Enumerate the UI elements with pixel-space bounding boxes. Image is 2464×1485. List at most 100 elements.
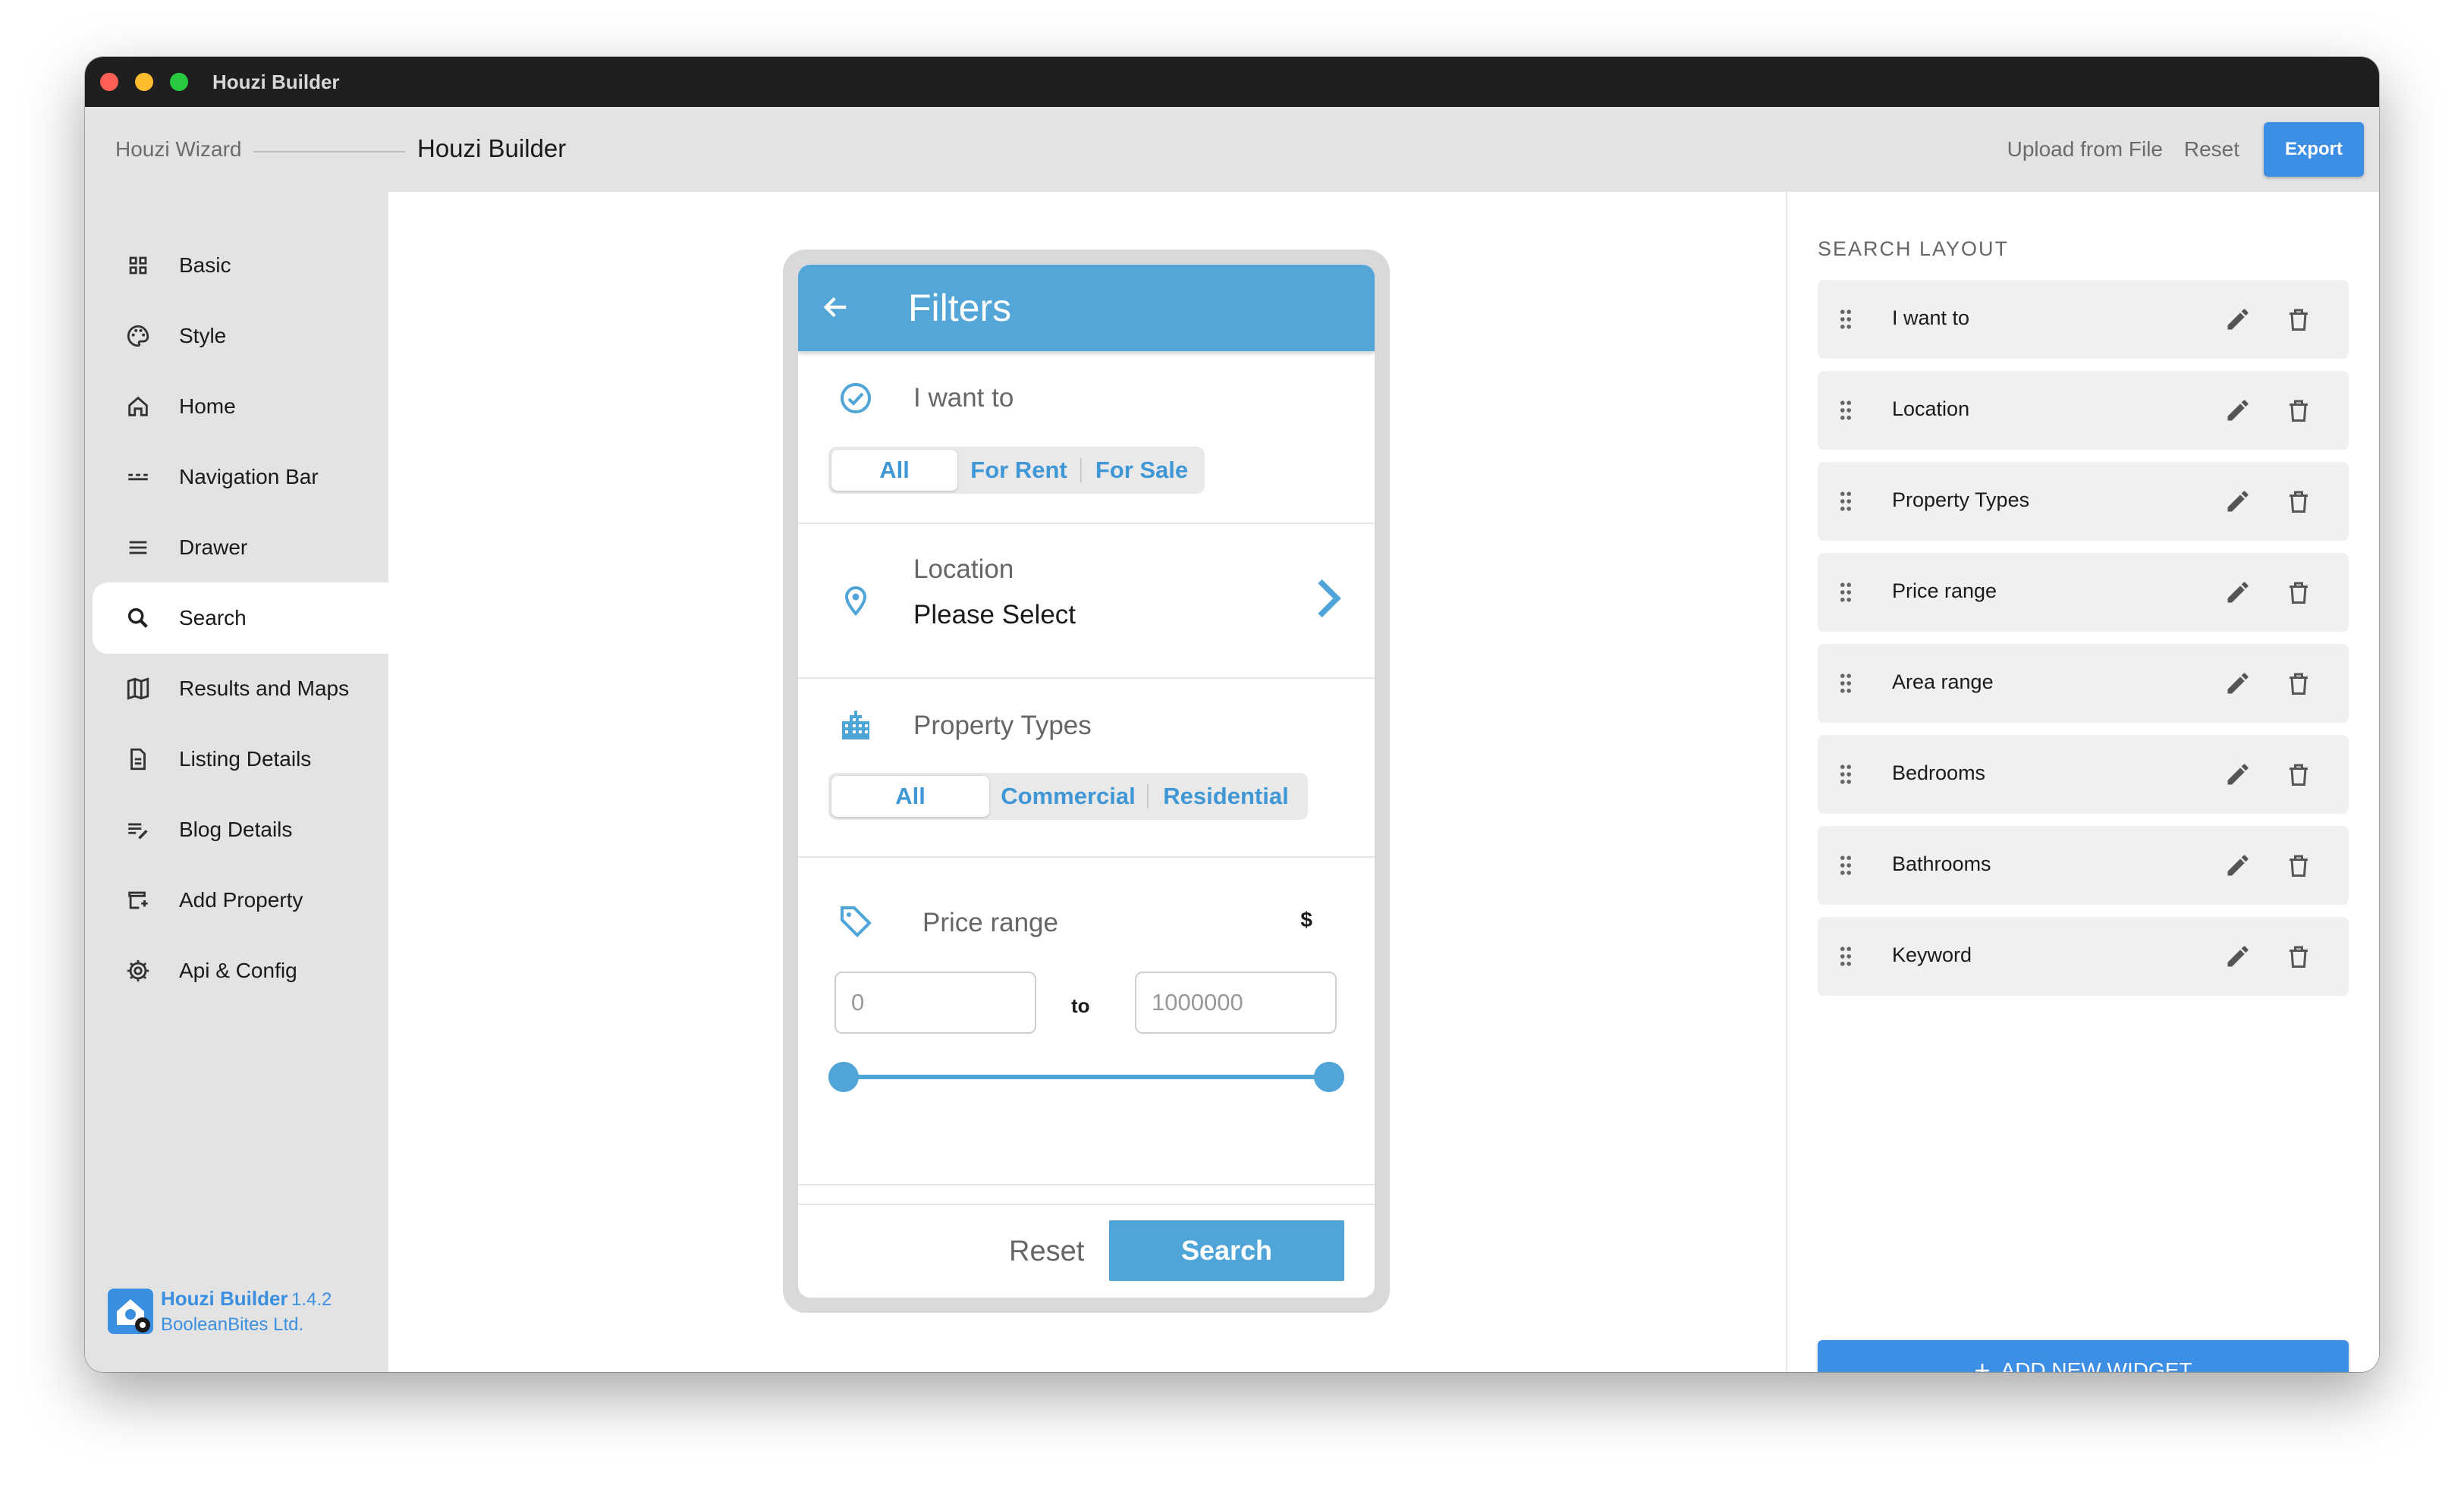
search-layout-item[interactable]: Bedrooms (1818, 735, 2349, 814)
edit-pencil-icon[interactable] (2224, 852, 2252, 879)
drag-handle-icon[interactable] (1839, 855, 1853, 876)
maximize-window-button[interactable] (170, 73, 188, 91)
breadcrumb-divider (253, 151, 405, 152)
sidebar-item-label: Style (179, 324, 227, 347)
sidebar-item-results-and-maps[interactable]: Results and Maps (93, 653, 388, 724)
edit-pencil-icon[interactable] (2224, 306, 2252, 333)
back-arrow-icon[interactable] (821, 292, 851, 322)
i-want-to-section: I want to All For Rent For Sale (798, 351, 1375, 524)
search-layout-item[interactable]: Bathrooms (1818, 826, 2349, 905)
sidebar-item-label: Drawer (179, 535, 248, 559)
sidebar-item-blog-details[interactable]: Blog Details (93, 794, 388, 865)
filters-search-button[interactable]: Search (1109, 1220, 1344, 1281)
search-layout-panel: SEARCH LAYOUT I want to Location Property … (1787, 192, 2379, 1372)
add-new-widget-label: ADD NEW WIDGET (2000, 1358, 2192, 1372)
search-layout-item[interactable]: Price range (1818, 553, 2349, 632)
price-slider-min-handle[interactable] (828, 1062, 859, 1092)
edit-pencil-icon[interactable] (2224, 397, 2252, 424)
min-price-input[interactable]: 0 (834, 972, 1036, 1034)
edit-pencil-icon[interactable] (2224, 943, 2252, 970)
close-window-button[interactable] (100, 73, 118, 91)
segment-for-sale[interactable]: For Sale (1082, 450, 1202, 491)
sidebar-item-label: Blog Details (179, 818, 293, 841)
search-layout-item-label: Price range (1892, 579, 1997, 602)
sidebar-item-add-property[interactable]: Add Property (93, 865, 388, 936)
edit-pencil-icon[interactable] (2224, 488, 2252, 515)
delete-trash-icon[interactable] (2285, 761, 2312, 788)
edit-pencil-icon[interactable] (2224, 670, 2252, 697)
sidebar-item-listing-details[interactable]: Listing Details (93, 724, 388, 795)
search-layout-item[interactable]: Area range (1818, 644, 2349, 723)
sidebar: Basic Style Home Navigation Bar Drawer S… (85, 192, 388, 1372)
filters-reset-button[interactable]: Reset (1009, 1235, 1084, 1268)
segment-commercial[interactable]: Commercial (989, 776, 1147, 817)
phone-screen: Filters I want to All For Rent For Sale … (798, 265, 1375, 1298)
reset-button[interactable]: Reset (2184, 137, 2239, 162)
map-icon (124, 675, 152, 702)
sidebar-item-basic[interactable]: Basic (93, 230, 388, 301)
filters-footer: Reset Search (798, 1204, 1375, 1298)
delete-trash-icon[interactable] (2285, 852, 2312, 879)
brand-version: 1.4.2 (291, 1289, 332, 1310)
window-title: Houzi Builder (212, 71, 340, 93)
drag-handle-icon[interactable] (1839, 582, 1853, 603)
sidebar-item-label: Listing Details (179, 747, 312, 771)
drag-handle-icon[interactable] (1839, 673, 1853, 694)
search-layout-item-label: Bedrooms (1892, 761, 1986, 784)
building-icon (842, 711, 869, 739)
breadcrumb-wizard[interactable]: Houzi Wizard (115, 137, 241, 162)
upload-from-file-button[interactable]: Upload from File (2007, 137, 2163, 162)
search-layout-item-label: Bathrooms (1892, 852, 1991, 875)
menu-icon (124, 534, 152, 561)
segment-for-rent[interactable]: For Rent (957, 450, 1080, 491)
search-layout-item-label: I want to (1892, 306, 1970, 329)
drag-handle-icon[interactable] (1839, 491, 1853, 512)
search-layout-item[interactable]: Keyword (1818, 917, 2349, 996)
delete-trash-icon[interactable] (2285, 670, 2312, 697)
segment-all[interactable]: All (831, 776, 989, 817)
filters-header: Filters (798, 265, 1375, 351)
price-range-label: Price range (922, 908, 1058, 937)
price-slider-max-handle[interactable] (1314, 1062, 1344, 1092)
phone-preview: Filters I want to All For Rent For Sale … (783, 250, 1390, 1313)
drag-handle-icon[interactable] (1839, 309, 1853, 330)
sidebar-item-label: Search (179, 606, 247, 629)
title-bar: Houzi Builder (85, 57, 2379, 107)
sidebar-item-home[interactable]: Home (93, 371, 388, 442)
document-icon (124, 746, 152, 773)
drag-handle-icon[interactable] (1839, 400, 1853, 421)
sidebar-item-drawer[interactable]: Drawer (93, 512, 388, 583)
segment-residential[interactable]: Residential (1149, 776, 1303, 817)
sidebar-item-api-config[interactable]: Api & Config (93, 935, 388, 1006)
edit-list-icon (124, 816, 152, 843)
minimize-window-button[interactable] (135, 73, 153, 91)
sidebar-item-label: Api & Config (179, 959, 297, 982)
search-layout-item[interactable]: Property Types (1818, 462, 2349, 541)
max-price-input[interactable]: 1000000 (1135, 972, 1337, 1034)
search-layout-item[interactable]: Location (1818, 371, 2349, 450)
segment-all[interactable]: All (831, 450, 957, 491)
delete-trash-icon[interactable] (2285, 488, 2312, 515)
sidebar-item-navigation-bar[interactable]: Navigation Bar (93, 441, 388, 513)
search-layout-item[interactable]: I want to (1818, 280, 2349, 359)
gear-icon (124, 957, 152, 984)
delete-trash-icon[interactable] (2285, 943, 2312, 970)
property-types-segmented-control: All Commercial Residential (828, 773, 1308, 820)
delete-trash-icon[interactable] (2285, 579, 2312, 606)
drag-handle-icon[interactable] (1839, 946, 1853, 967)
location-section[interactable]: Location Please Select (798, 524, 1375, 679)
edit-pencil-icon[interactable] (2224, 579, 2252, 606)
sidebar-item-search[interactable]: Search (93, 582, 388, 654)
sidebar-item-label: Add Property (179, 888, 303, 912)
edit-pencil-icon[interactable] (2224, 761, 2252, 788)
drag-handle-icon[interactable] (1839, 764, 1853, 785)
add-new-widget-button[interactable]: + ADD NEW WIDGET (1818, 1340, 2349, 1372)
palette-icon (124, 322, 152, 350)
export-button[interactable]: Export (2264, 122, 2364, 177)
property-types-label: Property Types (913, 711, 1092, 740)
delete-trash-icon[interactable] (2285, 306, 2312, 333)
brand-name: Houzi Builder (161, 1286, 288, 1310)
to-label: to (1071, 994, 1090, 1017)
delete-trash-icon[interactable] (2285, 397, 2312, 424)
sidebar-item-style[interactable]: Style (93, 300, 388, 372)
